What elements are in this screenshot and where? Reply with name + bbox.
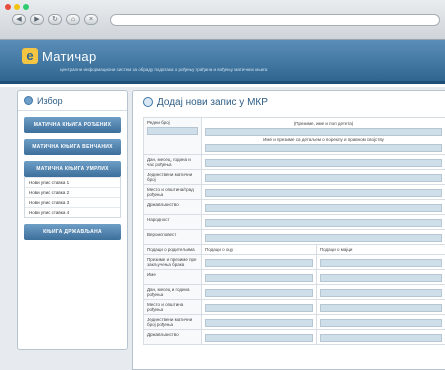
record-form: Редни број (Презиме, име и пол детета) И…: [143, 117, 445, 345]
submenu: Нови упис ставка 1 Нови упис ставка 2 Но…: [24, 177, 121, 218]
address-bar[interactable]: [110, 14, 440, 26]
column-header-father: Подаци о оцу: [201, 244, 317, 255]
birth-place-input[interactable]: [205, 189, 442, 197]
form-row: Јединствени матични број рођења: [143, 314, 445, 330]
forward-icon[interactable]: ▶: [30, 14, 44, 25]
field-label: Народност: [143, 214, 202, 230]
form-row: Народност: [143, 214, 445, 230]
form-row: Држављанство: [143, 329, 445, 345]
child-name-input[interactable]: [205, 128, 442, 136]
menu-button-births[interactable]: МАТИЧНА КЊИГА РОЂЕНИХ: [24, 117, 121, 133]
back-icon[interactable]: ◀: [12, 14, 26, 25]
form-row: Име: [143, 269, 445, 285]
site-header: e Матичар централни информациони систем …: [0, 40, 445, 84]
child-origin-input[interactable]: [205, 144, 442, 152]
window-controls: [5, 4, 29, 10]
father-birth-place-input[interactable]: [205, 304, 313, 312]
field-label: Подаци о родитељима: [143, 244, 202, 255]
field-label: Држављанство: [143, 329, 202, 345]
reload-icon[interactable]: ↻: [48, 14, 62, 25]
main-panel: Додај нови запис у МКР Редни број (Прези…: [132, 90, 445, 370]
field-label: Редни број: [143, 117, 202, 155]
field-label: Јединствени матични број рођења: [143, 314, 202, 330]
browser-toolbar: ◀ ▶ ↻ ⌂ ×: [0, 0, 445, 40]
mother-surname-input[interactable]: [319, 259, 442, 267]
sidebar-header: Избор: [18, 91, 127, 111]
browser-nav-buttons: ◀ ▶ ↻ ⌂ ×: [12, 14, 98, 25]
add-record-icon: [143, 97, 153, 107]
mother-birth-place-input[interactable]: [319, 304, 442, 312]
sidebar-heading: Избор: [37, 95, 63, 106]
form-row: Презиме и презиме пре закључења брака: [143, 254, 445, 270]
form-row: Јединствени матични број: [143, 169, 445, 185]
field-label: Место и општина рођења: [143, 299, 202, 315]
submenu-item[interactable]: Нови упис ставка 4: [25, 207, 120, 217]
column-header-mother: Подаци о мајци: [315, 244, 445, 255]
page-title: Додај нови запис у МКР: [133, 91, 445, 113]
app-title: Матичар: [42, 48, 97, 64]
menu-button-marriages[interactable]: МАТИЧНА КЊИГА ВЕНЧАНИХ: [24, 139, 121, 155]
father-name-input[interactable]: [205, 274, 313, 282]
menu-button-citizens[interactable]: КЊИГА ДРЖАВЉАНА: [24, 224, 121, 240]
field-label: Држављанство: [143, 199, 202, 215]
close-window-button[interactable]: [5, 4, 11, 10]
form-row: Дан, месец и година рођења: [143, 284, 445, 300]
app-logo[interactable]: e Матичар: [22, 48, 96, 64]
minimize-window-button[interactable]: [14, 4, 20, 10]
field-label: Јединствени матични број: [143, 169, 202, 185]
field-label: Дан, месец и година рођења: [143, 284, 202, 300]
mother-jmbg-input[interactable]: [319, 319, 442, 327]
citizenship-input[interactable]: [205, 204, 442, 212]
field-label: Место и општина/град рођења: [143, 184, 202, 200]
field-hint: Име и презиме са детаљем о пореклу и пра…: [263, 137, 384, 142]
stop-icon[interactable]: ×: [84, 14, 98, 25]
form-row: Држављанство: [143, 199, 445, 215]
mother-name-input[interactable]: [319, 274, 442, 282]
logo-icon: e: [22, 48, 38, 64]
home-icon[interactable]: ⌂: [66, 14, 80, 25]
page-body: Избор МАТИЧНА КЊИГА РОЂЕНИХ МАТИЧНА КЊИГ…: [0, 87, 445, 370]
jmbg-input[interactable]: [205, 174, 442, 182]
form-row: Место и општина рођења: [143, 299, 445, 315]
father-birth-date-input[interactable]: [205, 289, 313, 297]
app-subtitle: централни информациони систем за обраду …: [60, 67, 268, 72]
birth-date-input[interactable]: [205, 159, 442, 167]
sidebar: Избор МАТИЧНА КЊИГА РОЂЕНИХ МАТИЧНА КЊИГ…: [17, 90, 128, 350]
form-row: Редни број (Презиме, име и пол детета) И…: [143, 117, 445, 155]
field-label: Презиме и презиме пре закључења брака: [143, 254, 202, 270]
nationality-input[interactable]: [205, 219, 442, 227]
father-jmbg-input[interactable]: [205, 319, 313, 327]
religion-input[interactable]: [205, 234, 442, 242]
maximize-window-button[interactable]: [23, 4, 29, 10]
menu-button-deaths[interactable]: МАТИЧНА КЊИГА УМРЛИХ: [24, 161, 121, 177]
serial-number-input[interactable]: [147, 127, 198, 135]
page-title-text: Додај нови запис у МКР: [157, 96, 268, 108]
field-hint: (Презиме, име и пол детета): [293, 121, 354, 126]
form-row: Дан, месец, година и час рођења: [143, 154, 445, 170]
submenu-item[interactable]: Нови упис ставка 3: [25, 197, 120, 207]
mother-citizenship-input[interactable]: [319, 334, 442, 342]
submenu-item[interactable]: Нови упис ставка 2: [25, 187, 120, 197]
field-label: Вероисповест: [143, 229, 202, 245]
form-row: Подаци о родитељима Подаци о оцу Подаци …: [143, 244, 445, 255]
submenu-item[interactable]: Нови упис ставка 1: [25, 177, 120, 187]
menu-icon: [24, 96, 33, 105]
field-label: Име: [143, 269, 202, 285]
form-row: Вероисповест: [143, 229, 445, 245]
mother-birth-date-input[interactable]: [319, 289, 442, 297]
father-surname-input[interactable]: [205, 259, 313, 267]
name-cell: (Презиме, име и пол детета) Име и презим…: [201, 117, 445, 155]
father-citizenship-input[interactable]: [205, 334, 313, 342]
form-row: Место и општина/град рођења: [143, 184, 445, 200]
field-label: Дан, месец, година и час рођења: [143, 154, 202, 170]
